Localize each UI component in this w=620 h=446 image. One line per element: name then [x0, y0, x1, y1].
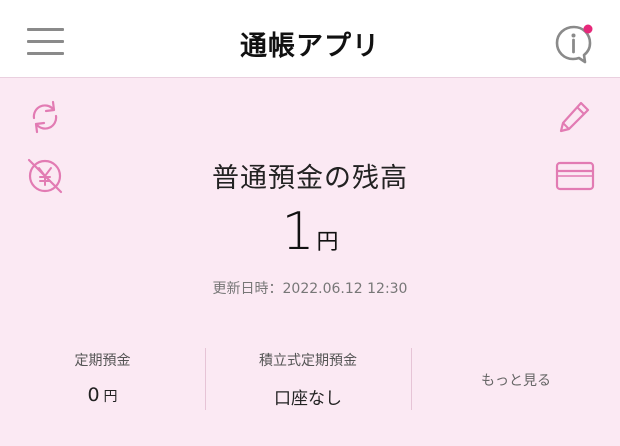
account-summary-row: 定期預金 0円 積立式定期預金 口座なし もっと見る — [0, 346, 620, 412]
installment-deposit-label: 積立式定期預金 — [259, 353, 357, 369]
see-more-link[interactable]: もっと見る — [412, 370, 620, 390]
time-deposit-label: 定期預金 — [74, 353, 131, 369]
time-deposit-unit: 円 — [103, 389, 118, 405]
updated-timestamp: 更新日時：2022.06.12 12:30 — [212, 281, 408, 297]
notification-badge — [583, 24, 593, 34]
time-deposit-summary[interactable]: 定期預金 0円 — [0, 346, 205, 412]
balance-panel: 普通預金の残高 1円 更新日時：2022.06.12 12:30 定期預金 0円… — [0, 78, 620, 446]
installment-deposit-summary[interactable]: 積立式定期預金 口座なし — [206, 346, 410, 412]
info-bubble-icon[interactable] — [552, 22, 596, 66]
balance-value: 1 — [281, 202, 315, 262]
time-deposit-amount: 0 — [87, 384, 100, 406]
balance-title: 普通預金の残高 — [212, 163, 408, 194]
time-deposit-value: 0円 — [0, 384, 205, 406]
app-title: 通帳アプリ — [240, 31, 380, 62]
app-header: 通帳アプリ — [0, 0, 620, 78]
pencil-icon[interactable] — [556, 98, 594, 140]
balance-unit: 円 — [316, 230, 339, 255]
balance-amount: 1円 — [0, 202, 620, 262]
installment-deposit-value: 口座なし — [274, 389, 342, 409]
app-screen: 通帳アプリ 普通預金の残高 1円 更新日時：2022.06.12 12:30 定… — [0, 0, 620, 446]
refresh-icon[interactable] — [26, 98, 64, 140]
